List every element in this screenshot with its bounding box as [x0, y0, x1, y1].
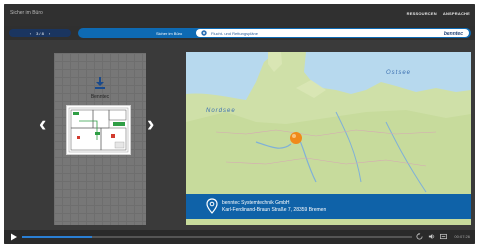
captions-icon[interactable] [440, 233, 447, 240]
navigation-bar: ‹ 3 / 8 › Sicher im Büro Flucht- und Ret… [4, 26, 475, 40]
download-panel: Benntec [54, 53, 146, 225]
seek-bar[interactable] [22, 236, 412, 238]
pager-prev-button[interactable]: ‹ [30, 31, 31, 36]
download-icon[interactable] [93, 76, 107, 90]
contact-link[interactable]: ANSPRACHE [443, 11, 470, 16]
breadcrumb-current: Flucht- und Rettungspläne benntec [196, 29, 469, 37]
replay-icon[interactable] [416, 233, 423, 240]
company-name: benntec Systemtechnik GmbH [222, 200, 290, 206]
location-marker-icon [290, 132, 302, 144]
next-slide-arrow-icon[interactable]: › [147, 113, 154, 135]
resources-link[interactable]: RESSOURCEN [407, 11, 437, 16]
breadcrumb-page: Flucht- und Rettungspläne [211, 31, 258, 36]
slide-stage: ‹ Benntec › Nordsee Ostsee benntec Syste… [4, 40, 475, 230]
brand-logo: benntec [443, 31, 463, 37]
address-box: benntec Systemtechnik GmbH Karl-Ferdinan… [186, 194, 471, 219]
player-controls: 00:07:26 [4, 230, 475, 244]
timecode: 00:07:26 [454, 234, 470, 239]
seek-progress [22, 236, 93, 238]
location-map: Nordsee Ostsee benntec Systemtechnik Gmb… [186, 52, 471, 225]
map-sea-label-baltic: Ostsee [386, 70, 411, 76]
volume-icon[interactable] [428, 233, 435, 240]
location-pin-icon [206, 198, 218, 214]
top-links: RESSOURCEN ANSPRACHE [407, 11, 470, 16]
course-player-window: Sicher im Büro RESSOURCEN ANSPRACHE ‹ 3 … [4, 4, 475, 244]
pager-count: 3 / 8 [36, 30, 44, 36]
slide-pager: ‹ 3 / 8 › [9, 29, 71, 37]
play-icon[interactable] [10, 233, 18, 241]
company-address: Karl-Ferdinand-Braun Straße 7, 28359 Bre… [222, 207, 327, 213]
breadcrumb: Sicher im Büro Flucht- und Rettungspläne… [78, 28, 471, 38]
floor-plan-thumbnail[interactable] [66, 105, 131, 155]
floor-plan-image [68, 107, 129, 153]
page-icon [201, 30, 207, 36]
prev-slide-arrow-icon[interactable]: ‹ [39, 113, 46, 135]
pager-next-button[interactable]: › [49, 31, 50, 36]
top-bar: Sicher im Büro RESSOURCEN ANSPRACHE [4, 4, 475, 26]
breadcrumb-section[interactable]: Sicher im Büro [156, 31, 182, 36]
course-title: Sicher im Büro [10, 10, 43, 16]
download-label: Benntec [90, 94, 110, 100]
map-sea-label-north: Nordsee [206, 108, 236, 114]
